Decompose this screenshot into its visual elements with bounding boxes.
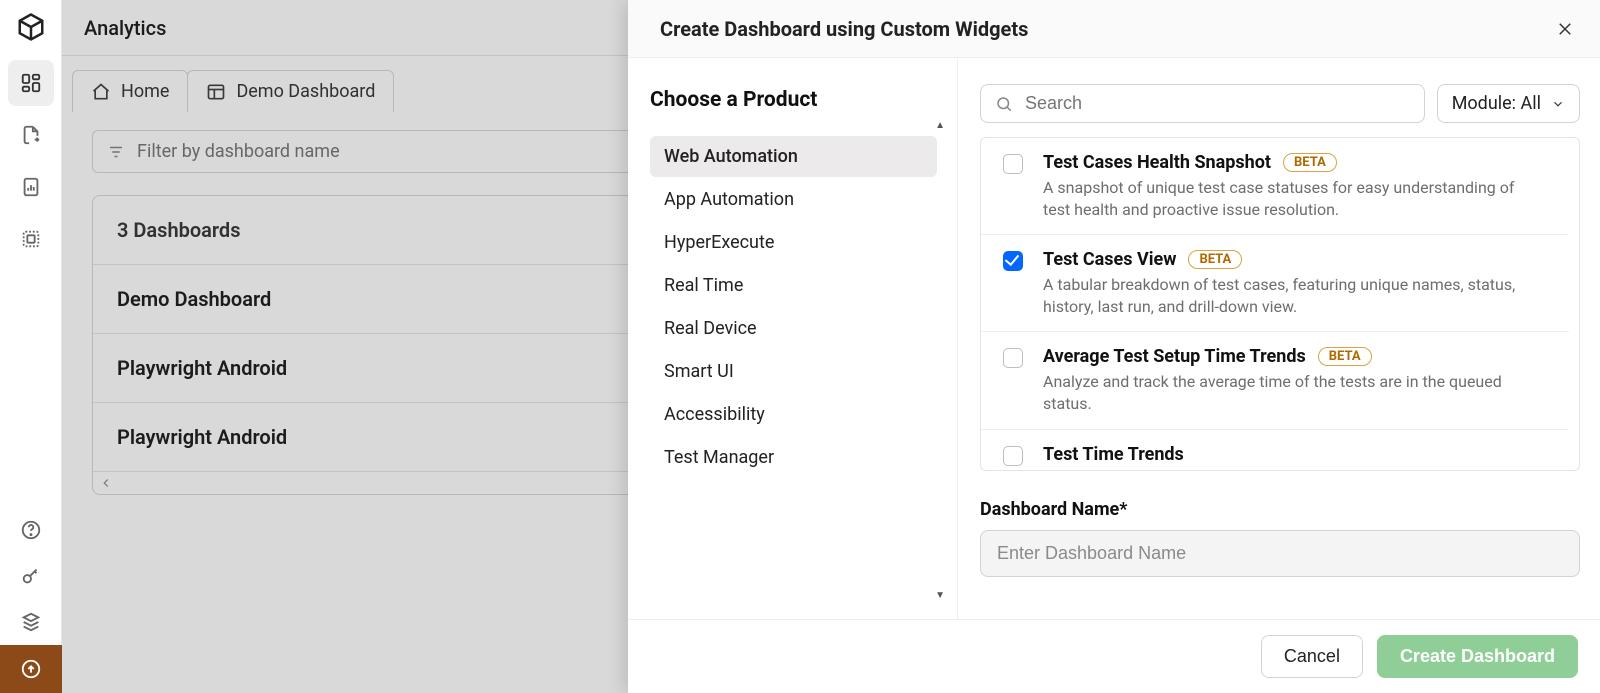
widget-checkbox[interactable] <box>1003 251 1023 271</box>
rail-item-help[interactable] <box>8 507 54 553</box>
create-dashboard-modal: Create Dashboard using Custom Widgets Ch… <box>628 0 1600 693</box>
rail-item-keys[interactable] <box>8 553 54 599</box>
widget-row: Average Test Setup Time Trends BETA Analyz… <box>981 332 1569 429</box>
widget-checkbox[interactable] <box>1003 154 1023 174</box>
module-filter-label: Module: All <box>1452 93 1541 114</box>
widget-title: Average Test Setup Time Trends <box>1043 346 1306 367</box>
beta-badge: BETA <box>1318 347 1372 366</box>
rail-item-export[interactable] <box>8 112 54 158</box>
widget-column: Module: All Test Cases Health Snapshot BE… <box>958 58 1600 619</box>
module-filter[interactable]: Module: All <box>1437 84 1580 123</box>
widget-search[interactable] <box>980 84 1425 123</box>
rail-item-stack[interactable] <box>8 599 54 645</box>
widget-checkbox[interactable] <box>1003 348 1023 368</box>
close-icon <box>1556 20 1574 38</box>
chevron-up-icon[interactable]: ▲ <box>935 120 945 131</box>
rail-item-layout[interactable] <box>8 216 54 262</box>
product-column: Choose a Product ▲ Web AutomationApp Aut… <box>628 58 958 619</box>
widget-search-input[interactable] <box>1025 93 1410 114</box>
widget-description: A snapshot of unique test case statuses … <box>1043 177 1523 220</box>
beta-badge: BETA <box>1283 153 1337 172</box>
close-button[interactable] <box>1556 20 1574 38</box>
dashboard-name-input[interactable] <box>980 530 1580 577</box>
widget-title: Test Time Trends <box>1043 444 1184 465</box>
product-item[interactable]: Accessibility <box>650 394 937 435</box>
create-dashboard-button[interactable]: Create Dashboard <box>1377 635 1578 678</box>
left-rail <box>0 0 62 693</box>
main-area: Analytics Home Demo Dashboard Filter <box>62 0 1600 693</box>
brand-logo <box>16 12 46 42</box>
rail-item-upgrade[interactable] <box>0 645 62 693</box>
widget-title: Test Cases Health Snapshot <box>1043 152 1271 173</box>
widget-description: Track the duration of test executions ov… <box>1043 469 1523 470</box>
dashboard-name-label: Dashboard Name* <box>980 499 1127 520</box>
search-icon <box>995 95 1013 113</box>
widget-list[interactable]: Test Cases Health Snapshot BETA A snapshot… <box>981 138 1579 470</box>
choose-product-heading: Choose a Product <box>650 88 937 112</box>
rail-item-reports[interactable] <box>8 164 54 210</box>
widget-row: Test Cases View BETA A tabular breakdown o… <box>981 235 1569 332</box>
product-item[interactable]: Web Automation <box>650 136 937 177</box>
product-item[interactable]: Real Device <box>650 308 937 349</box>
rail-item-dashboards[interactable] <box>8 60 54 106</box>
widget-row: Test Cases Health Snapshot BETA A snapshot… <box>981 138 1569 235</box>
modal-title: Create Dashboard using Custom Widgets <box>660 17 1028 41</box>
product-item[interactable]: Test Manager <box>650 437 937 478</box>
cancel-button[interactable]: Cancel <box>1261 635 1363 678</box>
beta-badge: BETA <box>1188 250 1242 269</box>
product-item[interactable]: Smart UI <box>650 351 937 392</box>
widget-row: Test Time Trends Track the duration of te… <box>981 430 1569 470</box>
chevron-down-icon[interactable]: ▼ <box>935 590 945 601</box>
widget-title: Test Cases View <box>1043 249 1176 270</box>
product-item[interactable]: App Automation <box>650 179 937 220</box>
widget-description: Analyze and track the average time of th… <box>1043 371 1523 414</box>
product-item[interactable]: Real Time <box>650 265 937 306</box>
widget-description: A tabular breakdown of test cases, featu… <box>1043 274 1523 317</box>
widget-checkbox[interactable] <box>1003 446 1023 466</box>
product-item[interactable]: HyperExecute <box>650 222 937 263</box>
chevron-down-icon <box>1551 97 1565 111</box>
